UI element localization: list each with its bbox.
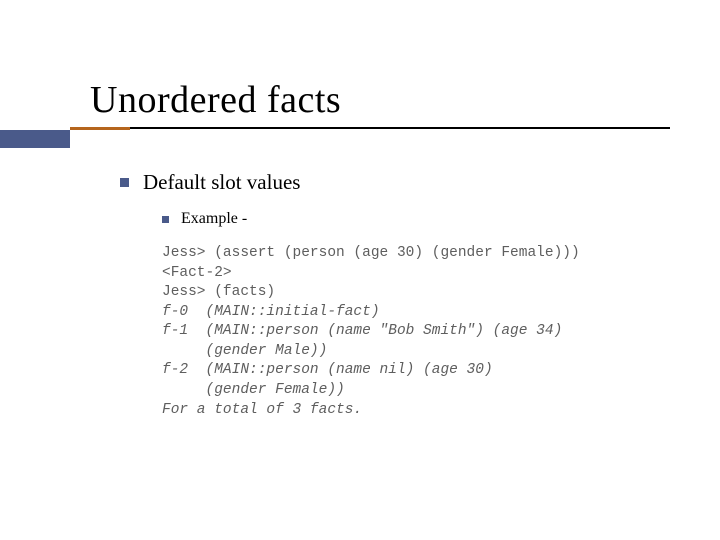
bullet-level1-text: Default slot values bbox=[143, 170, 300, 195]
accent-bar bbox=[0, 130, 70, 148]
code-line: (gender Female)) bbox=[162, 381, 672, 401]
code-line: For a total of 3 facts. bbox=[162, 401, 672, 421]
bullet-level2-text: Example - bbox=[181, 210, 247, 228]
code-line: Jess> (assert (person (age 30) (gender F… bbox=[162, 244, 672, 264]
code-example: Jess> (assert (person (age 30) (gender F… bbox=[162, 244, 672, 420]
code-line: <Fact-2> bbox=[162, 264, 672, 284]
bullet-level1: Default slot values bbox=[120, 170, 300, 195]
square-bullet-icon bbox=[162, 216, 169, 223]
square-bullet-icon bbox=[120, 178, 129, 187]
title-underline-accent bbox=[70, 127, 130, 130]
code-line: f-0 (MAIN::initial-fact) bbox=[162, 303, 672, 323]
title-underline bbox=[130, 127, 670, 129]
code-line: f-1 (MAIN::person (name "Bob Smith") (ag… bbox=[162, 322, 672, 342]
slide-title: Unordered facts bbox=[90, 78, 341, 122]
code-line: f-2 (MAIN::person (name nil) (age 30) bbox=[162, 361, 672, 381]
bullet-level2: Example - bbox=[162, 210, 247, 228]
code-line: Jess> (facts) bbox=[162, 283, 672, 303]
code-line: (gender Male)) bbox=[162, 342, 672, 362]
